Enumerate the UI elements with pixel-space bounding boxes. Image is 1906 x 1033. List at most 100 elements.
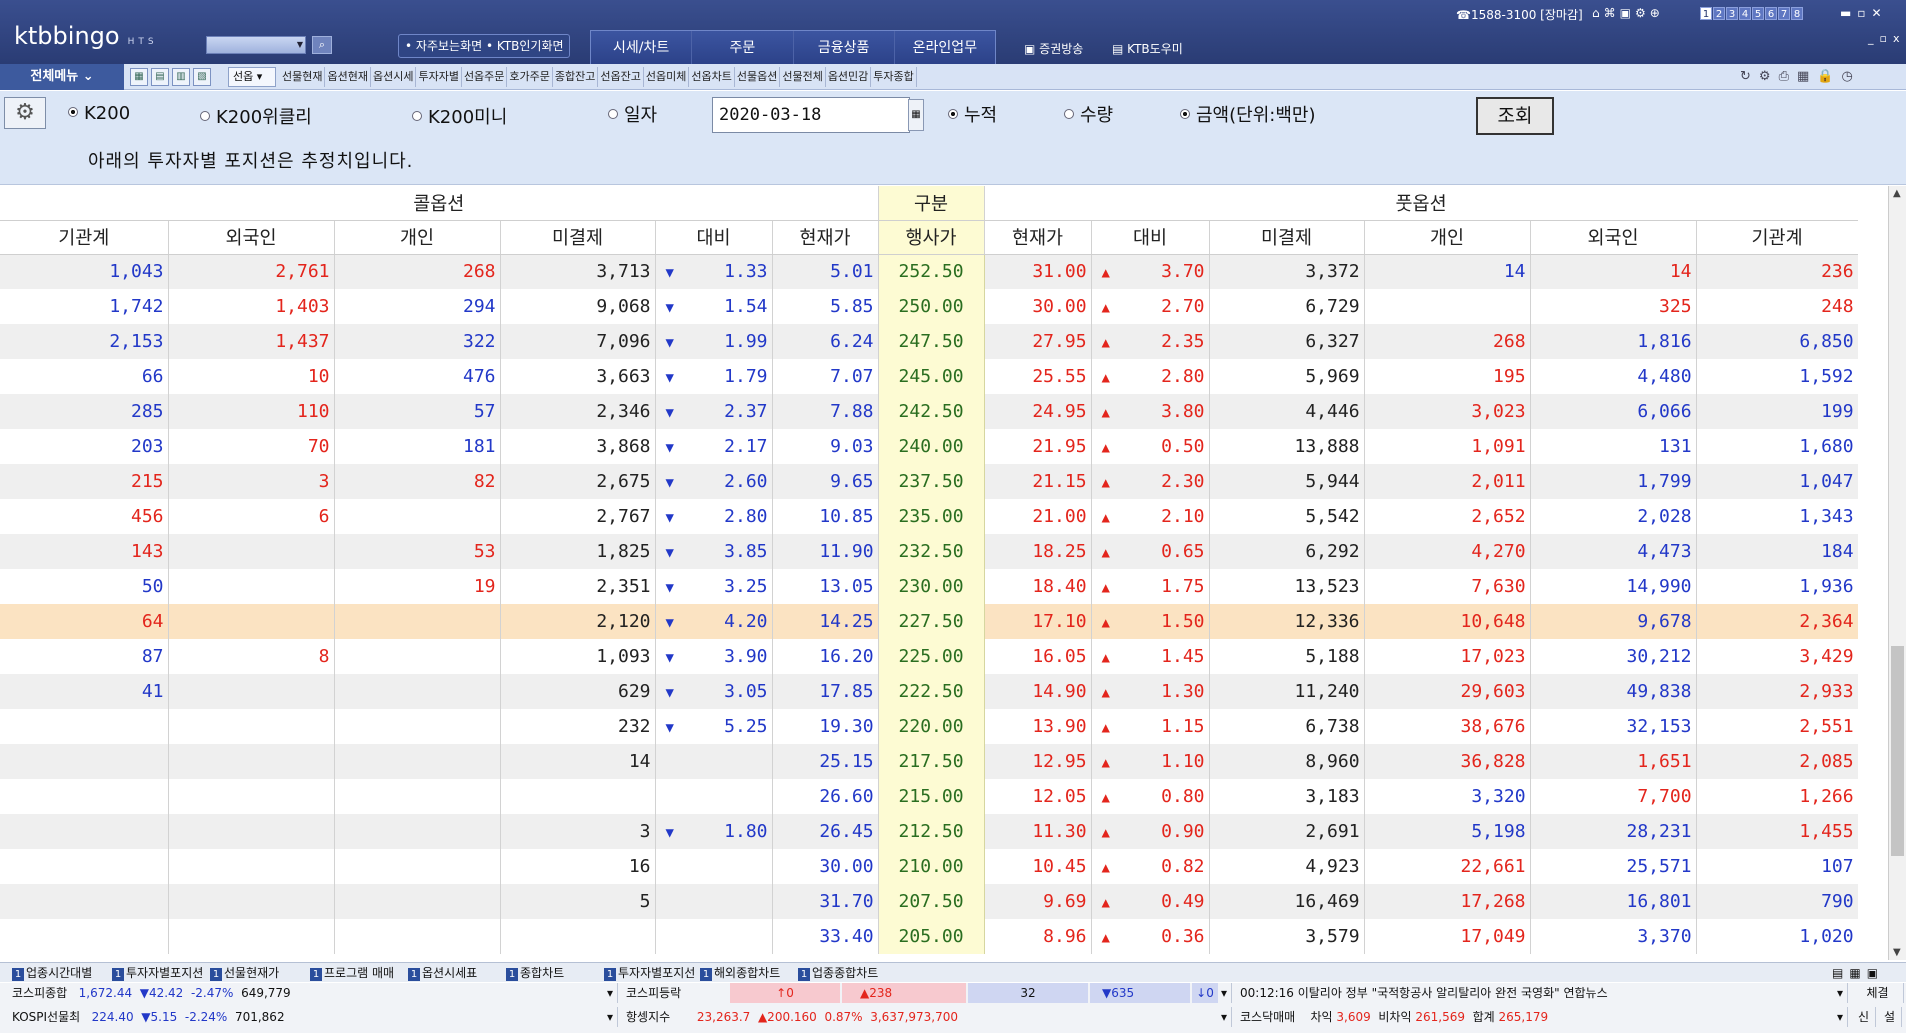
window-icon[interactable]: ▦ [130, 68, 148, 86]
scroll-down-icon[interactable]: ▼ [1893, 947, 1901, 958]
column-header[interactable]: 외국인 [1530, 220, 1697, 255]
helper-link[interactable]: ▤ KTB도우미 [1112, 40, 1183, 57]
task-tab[interactable]: 1 업종종합차트 [798, 965, 878, 981]
query-button[interactable]: 조회 [1476, 97, 1554, 135]
clock-icon[interactable]: ◷ [1841, 69, 1860, 84]
nav-products[interactable]: 금융상품 [793, 31, 895, 64]
table-row[interactable]: 33.40 205.00 8.96 ▲ 0.36 3,579 17,049 3,370 1,02… [0, 919, 1858, 954]
vertical-scrollbar[interactable]: ▲ ▼ [1888, 186, 1906, 960]
calendar-icon[interactable]: ▦ [908, 99, 924, 131]
column-header[interactable]: 미결제 [1209, 220, 1365, 255]
restore-icon[interactable]: ▫ [1880, 32, 1893, 45]
table-row[interactable]: 41 629 ▼ 3.05 17.85 222.50 14.90 ▲ 1.30 11,240 29,… [0, 674, 1858, 709]
column-header[interactable]: 기관계 [1696, 220, 1858, 255]
menu-item[interactable]: 호가주문 [507, 67, 553, 87]
table-row[interactable]: 50 19 2,351 ▼ 3.25 13.05 230.00 18.40 ▲ 1.75 13,52… [0, 569, 1858, 604]
radio-amount[interactable]: 금액(단위:백만) [1180, 101, 1315, 127]
minimize-icon[interactable]: ▬ [1840, 6, 1857, 20]
column-header[interactable]: 개인 [334, 220, 501, 255]
table-row[interactable]: 232 ▼ 5.25 19.30 220.00 13.90 ▲ 1.15 6,738 38,676… [0, 709, 1858, 744]
task-tab[interactable]: 1 옵션시세표 [408, 965, 477, 981]
nav-quotes-chart[interactable]: 시세/차트 [591, 31, 693, 64]
screen-tab[interactable]: 1 [1700, 7, 1712, 20]
all-menu-button[interactable]: 전체메뉴 ⌄ [0, 64, 124, 90]
menu-item[interactable]: 옵션현재 [325, 67, 371, 87]
scroll-up-icon[interactable]: ▲ [1893, 188, 1901, 199]
lock-icon[interactable]: ▣ [1620, 6, 1635, 20]
gear-icon[interactable]: ⚙ [4, 97, 46, 129]
column-header[interactable]: 대비 [1091, 220, 1210, 255]
save-icon[interactable]: ▤ [151, 68, 169, 86]
nav-order[interactable]: 주문 [692, 31, 794, 64]
new-button[interactable]: 신 [1852, 1007, 1876, 1027]
futures-options-dropdown[interactable]: 선옵 ▾ [228, 67, 276, 87]
task-tab[interactable]: 1 선물현재가 [210, 965, 279, 981]
menu-item[interactable]: 선물옵션 [735, 67, 781, 87]
tile-icon[interactable]: ▤ [1832, 966, 1849, 980]
table-row[interactable]: 64 2,120 ▼ 4.20 14.25 227.50 17.10 ▲ 1.50 12,336 1… [0, 604, 1858, 639]
lock-icon[interactable]: 🔒 [1817, 69, 1841, 84]
screen-tab[interactable]: 3 [1726, 7, 1738, 20]
scroll-thumb[interactable] [1891, 646, 1904, 856]
table-row[interactable]: 1,043 2,761 268 3,713 ▼ 1.33 5.01 252.50 31.00 ▲ 3… [0, 254, 1858, 289]
table-row[interactable]: 1,742 1,403 294 9,068 ▼ 1.54 5.85 250.00 30.00 ▲ 2… [0, 289, 1858, 324]
chevron-down-icon[interactable]: ▾ [1221, 1007, 1227, 1027]
execution-button[interactable]: 체결 [1852, 983, 1904, 1003]
kospi-ticker[interactable]: 코스피종합 1,672.44 ▼42.42 -2.47% 649,779 ▾ [6, 983, 618, 1003]
task-tab[interactable]: 1 프로그램 매매 [310, 965, 394, 981]
column-header[interactable]: 행사가 [878, 220, 985, 255]
settings-icon[interactable]: ⚙ [1635, 6, 1650, 20]
table-row[interactable]: 16 30.00 210.00 10.45 ▲ 0.82 4,923 22,661 25,571… [0, 849, 1858, 884]
cascade-icon[interactable]: ▦ [1849, 966, 1866, 980]
chevron-down-icon[interactable]: ▼ [297, 40, 303, 49]
radio-k200-weekly[interactable]: K200위클리 [200, 103, 312, 129]
chevron-down-icon[interactable]: ▾ [607, 1007, 613, 1027]
close-icon[interactable]: ✕ [1871, 6, 1887, 20]
screen-tab[interactable]: 5 [1752, 7, 1764, 20]
screen-tab[interactable]: 7 [1778, 7, 1790, 20]
chevron-down-icon[interactable]: ▾ [1837, 1007, 1843, 1027]
search-icon[interactable]: ⌕ [312, 36, 332, 54]
screen-tab[interactable]: 2 [1713, 7, 1725, 20]
close-icon[interactable]: x [1893, 32, 1906, 45]
calculator-icon[interactable]: ▦ [1797, 69, 1817, 84]
chevron-down-icon[interactable]: ▾ [1837, 983, 1843, 1003]
settings-button[interactable]: 설 [1878, 1007, 1902, 1027]
print-icon[interactable]: ⎙ [1779, 69, 1797, 84]
menu-item[interactable]: 옵션민감 [826, 67, 872, 87]
table-row[interactable]: 143 53 1,825 ▼ 3.85 11.90 232.50 18.25 ▲ 0.65 6,29… [0, 534, 1858, 569]
news-ticker[interactable]: 00:12:16 이탈리아 정부 "국적항공사 알리탈리아 완전 국영화" 연합… [1234, 983, 1848, 1003]
nav-online[interactable]: 온라인업무 [894, 31, 995, 64]
settings-icon[interactable]: ⚙ [1759, 69, 1779, 84]
table-row[interactable]: 215 3 82 2,675 ▼ 2.60 9.65 237.50 21.15 ▲ 2.30 5,94… [0, 464, 1858, 499]
table-row[interactable]: 3 ▼ 1.80 26.45 212.50 11.30 ▲ 0.90 2,691 5,198 28,… [0, 814, 1858, 849]
radio-cumulative[interactable]: 누적 [948, 101, 997, 127]
quick-link-popular[interactable]: • KTB인기화면 [486, 39, 564, 53]
minimize-icon[interactable]: _ [1868, 32, 1880, 45]
task-tab[interactable]: 1 투자자별포지선 [604, 965, 695, 981]
kospi-futures-ticker[interactable]: KOSPI선물최 224.40 ▼5.15 -2.24% 701,862 ▾ [6, 1007, 618, 1027]
menu-item[interactable]: 투자종합 [871, 67, 917, 87]
kosdaq-program-ticker[interactable]: 코스닥매매 차익 3,609 비차익 261,569 합계 265,179 ▾ [1234, 1007, 1848, 1027]
column-header[interactable]: 개인 [1364, 220, 1531, 255]
menu-item[interactable]: 선옵잔고 [598, 67, 644, 87]
code-search-input[interactable]: ▼ [206, 36, 306, 54]
column-header[interactable]: 기관계 [0, 220, 169, 255]
print-icon[interactable]: ▥ [172, 68, 190, 86]
table-row[interactable]: 5 31.70 207.50 9.69 ▲ 0.49 16,469 17,268 16,801 7… [0, 884, 1858, 919]
radio-date[interactable]: 일자 [608, 101, 657, 127]
table-row[interactable]: 66 10 476 3,663 ▼ 1.79 7.07 245.00 25.55 ▲ 2.80 5,9… [0, 359, 1858, 394]
hangseng-ticker[interactable]: 항셍지수 23,263.7 ▲200.160 0.87% 3,637,973,7… [620, 1007, 1232, 1027]
menu-item[interactable]: 선옵미체 [644, 67, 690, 87]
menu-item[interactable]: 선옵차트 [689, 67, 735, 87]
refresh-icon[interactable]: ↻ [1740, 69, 1759, 84]
screen-tab[interactable]: 8 [1791, 7, 1803, 20]
column-header[interactable]: 미결제 [500, 220, 656, 255]
table-row[interactable]: 203 70 181 3,868 ▼ 2.17 9.03 240.00 21.95 ▲ 0.50 13… [0, 429, 1858, 464]
menu-item[interactable]: 선옵주문 [462, 67, 508, 87]
date-input[interactable]: 2020-03-18 [712, 97, 910, 133]
close-all-icon[interactable]: ▣ [1867, 966, 1884, 980]
menu-item[interactable]: 종합잔고 [553, 67, 599, 87]
column-header[interactable]: 현재가 [984, 220, 1092, 255]
chevron-down-icon[interactable]: ▾ [1221, 983, 1227, 1003]
